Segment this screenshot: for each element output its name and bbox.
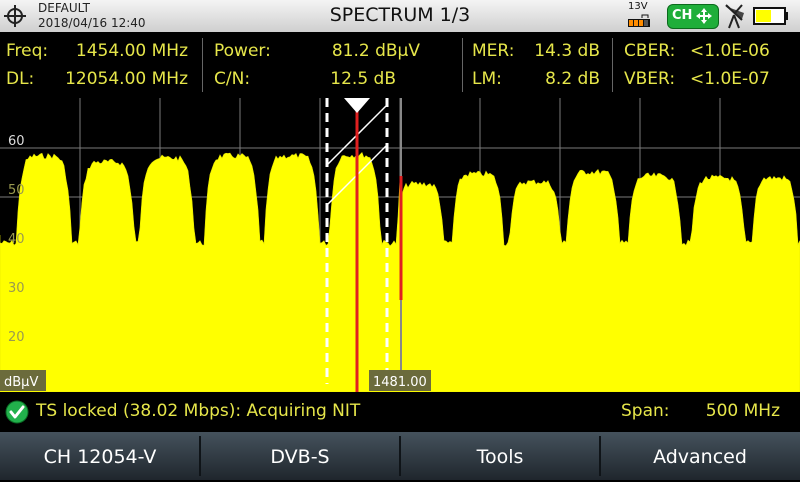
- dl-label: DL:: [6, 69, 35, 89]
- span-value: 500 MHz: [705, 401, 780, 421]
- cber-label: CBER:: [624, 41, 676, 61]
- freq-label: Freq:: [6, 41, 49, 61]
- mer-value: 14.3 dB: [534, 41, 600, 61]
- unit-label: dBµV: [4, 375, 38, 390]
- y-tick-label: 60: [8, 134, 25, 149]
- channel-mode-label: CH: [672, 8, 693, 23]
- divider: [202, 38, 203, 92]
- y-tick-label: 30: [8, 281, 25, 296]
- lm-label: LM:: [472, 69, 502, 89]
- move-arrows-icon: [696, 8, 712, 24]
- span-label: Span:: [621, 401, 670, 421]
- satellite-icon: [725, 4, 744, 29]
- vber-value: <1.0E-07: [690, 69, 770, 89]
- spectrum-plot[interactable]: 60 50 40 30 20 dBµV 1481.00: [0, 96, 800, 392]
- power-label: Power:: [214, 41, 271, 61]
- check-circle-icon: [5, 400, 29, 424]
- tools-button[interactable]: Tools: [400, 432, 600, 480]
- dl-value: 12054.00 MHz: [65, 69, 188, 89]
- status-bar: TS locked (38.02 Mbps): Acquiring NIT Sp…: [0, 394, 800, 430]
- top-bar: DEFAULT 2018/04/16 12:40 SPECTRUM 1/3 13…: [0, 0, 800, 32]
- power-value: 81.2 dBµV: [331, 41, 420, 61]
- marker-handle-icon[interactable]: [344, 98, 370, 113]
- divider: [462, 38, 463, 92]
- vber-label: VBER:: [624, 69, 676, 89]
- mer-label: MER:: [472, 41, 515, 61]
- channel-mode-button[interactable]: CH: [667, 4, 719, 29]
- measurement-panel: Freq: 1454.00 MHz DL: 12054.00 MHz Power…: [0, 32, 800, 96]
- advanced-button[interactable]: Advanced: [600, 432, 800, 480]
- y-tick-label: 40: [8, 232, 25, 247]
- cn-label: C/N:: [214, 69, 251, 89]
- y-tick-label: 20: [8, 330, 25, 345]
- standard-button[interactable]: DVB-S: [200, 432, 400, 480]
- soft-key-bar: CH 12054-V DVB-S Tools Advanced: [0, 432, 800, 480]
- freq-value: 1454.00 MHz: [75, 41, 188, 61]
- channel-button[interactable]: CH 12054-V: [0, 432, 200, 480]
- lm-value: 8.2 dB: [545, 69, 600, 89]
- cber-value: <1.0E-06: [690, 41, 770, 61]
- lnb-voltage: 13V: [628, 1, 648, 12]
- signal-level-icon: [628, 14, 650, 27]
- y-tick-label: 50: [8, 183, 25, 198]
- divider: [612, 38, 613, 92]
- battery-icon: [753, 7, 788, 25]
- ts-status-text: TS locked (38.02 Mbps): Acquiring NIT: [36, 401, 361, 421]
- cn-value: 12.5 dB: [330, 69, 396, 89]
- marker-frequency-label: 1481.00: [373, 375, 427, 390]
